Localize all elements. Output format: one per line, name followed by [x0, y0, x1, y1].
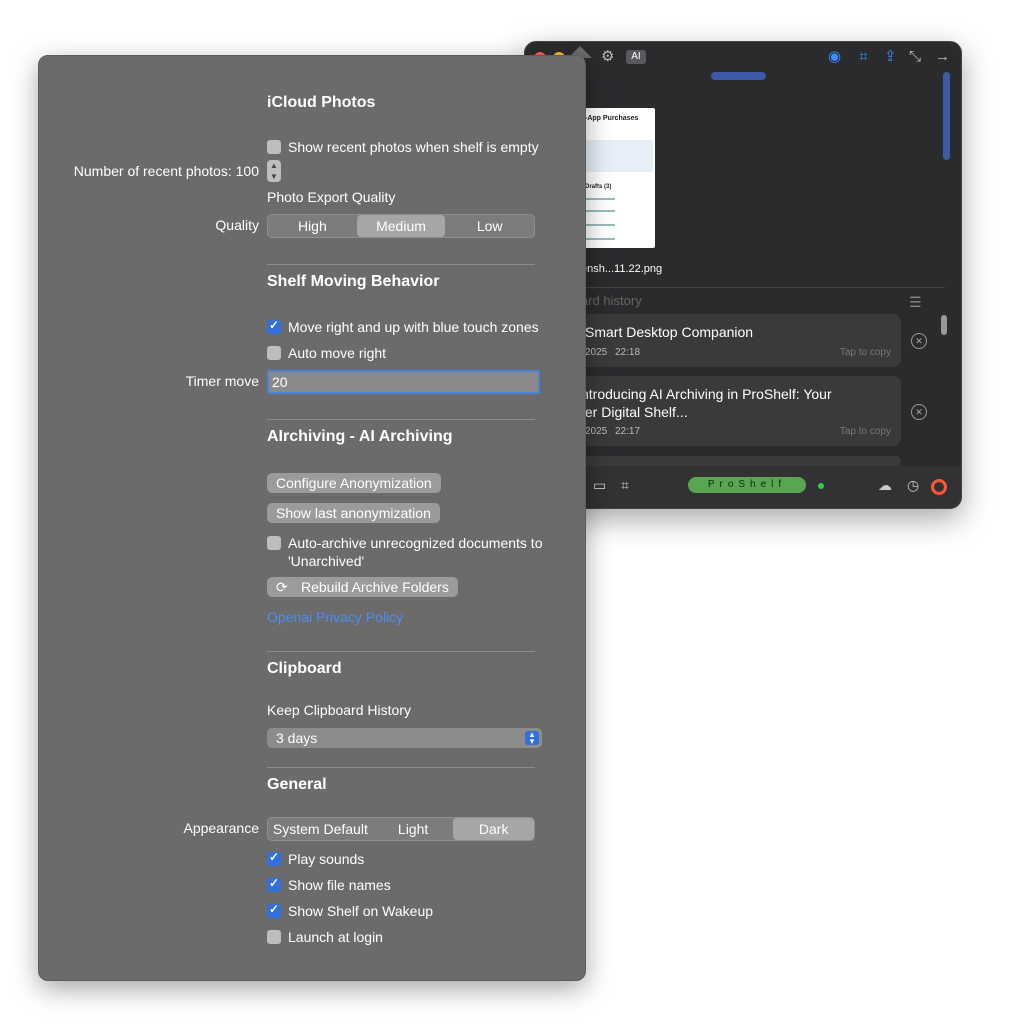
- launch-at-login-checkbox[interactable]: [267, 930, 281, 944]
- rebuild-archive-folders-button[interactable]: ⟳ Rebuild Archive Folders: [267, 577, 458, 597]
- file-name: ensh...11.22.png: [581, 263, 663, 275]
- timer-move-input[interactable]: 20: [267, 370, 540, 394]
- show-file-names-label: Show file names: [288, 877, 391, 893]
- drag-handle[interactable]: [711, 72, 766, 80]
- gear-icon[interactable]: ⚙: [601, 48, 614, 66]
- recent-count-label: Number of recent photos: 100: [73, 163, 259, 179]
- auto-archive-label: Auto-archive unrecognized documents to: [288, 535, 543, 551]
- thumbnail-line: [585, 198, 615, 200]
- show-shelf-on-wakeup-checkbox[interactable]: [267, 902, 281, 918]
- scrollbar[interactable]: [941, 315, 947, 335]
- refresh-icon: ⟳: [276, 579, 288, 595]
- thumbnail-line: [585, 224, 615, 226]
- show-file-names-checkbox[interactable]: [267, 876, 281, 892]
- auto-archive-checkbox[interactable]: [267, 536, 281, 550]
- scrollbar[interactable]: [943, 72, 950, 160]
- card-title: ntroducing AI Archiving in ProShelf: You…: [581, 386, 832, 402]
- card-title: Smart Desktop Companion: [585, 324, 754, 340]
- auto-move-checkbox[interactable]: [267, 346, 281, 360]
- launch-at-login-label: Launch at login: [288, 929, 383, 945]
- collapse-icon[interactable]: ⤡: [909, 48, 921, 66]
- show-recent-label: Show recent photos when shelf is empty: [288, 139, 539, 155]
- appearance-system-default[interactable]: System Default: [268, 818, 373, 840]
- show-last-anonymization-button[interactable]: Show last anonymization: [267, 503, 440, 523]
- thumbnail-title: -App Purchases: [585, 115, 639, 122]
- close-icon[interactable]: ✕: [911, 333, 927, 349]
- thumbnail-drafts: Drafts (3): [585, 184, 612, 190]
- export-quality-label: Photo Export Quality: [267, 189, 396, 205]
- quality-high[interactable]: High: [268, 215, 357, 237]
- play-sounds-label: Play sounds: [288, 851, 365, 867]
- configure-anonymization-button[interactable]: Configure Anonymization: [267, 473, 441, 493]
- quality-medium[interactable]: Medium: [356, 215, 446, 237]
- bottom-bar: ▭ ⌗ ProShelf ☁ ◷: [525, 466, 961, 508]
- status-dot: [818, 483, 824, 489]
- thumbnail-line: [585, 210, 615, 212]
- move-right-up-checkbox[interactable]: [267, 318, 281, 334]
- chevron-updown-icon: ▴ ▾: [525, 730, 539, 746]
- rebuild-archive-folders-label: Rebuild Archive Folders: [301, 579, 449, 595]
- divider: [267, 651, 535, 652]
- shelf-window: ⚙ AI ◉ ⌗ ⇪ ⤡ → -App Purchases Drafts (3)…: [524, 41, 962, 509]
- eye-icon[interactable]: ◉: [828, 48, 841, 66]
- quality-label: Quality: [215, 217, 259, 233]
- show-shelf-on-wakeup-label: Show Shelf on Wakeup: [288, 903, 434, 919]
- terminal-icon[interactable]: ▭: [593, 477, 606, 494]
- play-sounds-checkbox[interactable]: [267, 850, 281, 866]
- share-icon[interactable]: ⇪: [884, 48, 897, 66]
- appearance-segmented-control[interactable]: System Default Light Dark: [267, 817, 535, 841]
- keep-clipboard-history-value: 3 days: [276, 730, 318, 746]
- auto-archive-label-line2: 'Unarchived': [288, 553, 365, 569]
- scan-icon[interactable]: ⌗: [621, 477, 629, 494]
- divider: [267, 767, 535, 768]
- clipboard-card[interactable]: Smart Desktop Companion 2025 22:18 Tap t…: [565, 314, 901, 367]
- record-icon[interactable]: [931, 479, 947, 495]
- openai-privacy-policy-link[interactable]: Openai Privacy Policy: [267, 609, 403, 625]
- section-title-clipboard: Clipboard: [267, 660, 342, 677]
- card-date: 2025: [585, 347, 608, 358]
- divider: [267, 419, 535, 420]
- card-title-line2: ter Digital Shelf...: [581, 404, 688, 420]
- preferences-panel: iCloud Photos Show recent photos when sh…: [38, 55, 586, 981]
- timer-move-label: Timer move: [185, 373, 259, 389]
- section-title-moving: Shelf Moving Behavior: [267, 273, 440, 290]
- tap-to-copy: Tap to copy: [839, 347, 891, 358]
- ai-badge[interactable]: AI: [626, 50, 646, 64]
- list-icon[interactable]: ☰: [909, 294, 922, 311]
- section-title-icloud: iCloud Photos: [267, 94, 376, 111]
- close-icon[interactable]: ✕: [911, 404, 927, 420]
- clipboard-card[interactable]: [565, 456, 901, 466]
- move-right-up-label: Move right and up with blue touch zones: [288, 319, 539, 335]
- appearance-label: Appearance: [183, 820, 259, 836]
- card-date: 2025: [585, 426, 608, 437]
- keep-clipboard-history-label: Keep Clipboard History: [267, 702, 411, 718]
- arrow-right-icon[interactable]: →: [935, 48, 950, 66]
- section-title-general: General: [267, 776, 327, 793]
- scan-icon[interactable]: ⌗: [859, 48, 867, 66]
- history-title: ard history: [581, 293, 642, 308]
- proshelf-badge[interactable]: ProShelf: [688, 477, 806, 493]
- clock-icon[interactable]: ◷: [907, 477, 919, 494]
- show-recent-checkbox[interactable]: [267, 140, 281, 154]
- card-time: 22:17: [615, 426, 641, 437]
- appearance-dark[interactable]: Dark: [453, 818, 534, 840]
- auto-move-label: Auto move right: [288, 345, 387, 361]
- quality-segmented-control[interactable]: High Medium Low: [267, 214, 535, 238]
- tap-to-copy: Tap to copy: [839, 426, 891, 437]
- divider: [267, 264, 535, 265]
- appearance-light[interactable]: Light: [373, 818, 454, 840]
- thumbnail-line: [585, 238, 615, 240]
- card-time: 22:18: [615, 347, 641, 358]
- quality-low[interactable]: Low: [445, 215, 534, 237]
- divider: [565, 287, 945, 288]
- weather-icon[interactable]: ☁: [878, 477, 892, 494]
- recent-count-stepper[interactable]: ▲ ▼: [267, 160, 281, 182]
- section-title-archiving: AIrchiving - AI Archiving: [267, 428, 453, 445]
- clipboard-card[interactable]: ntroducing AI Archiving in ProShelf: You…: [565, 376, 901, 446]
- keep-clipboard-history-select[interactable]: 3 days ▴ ▾: [267, 728, 542, 748]
